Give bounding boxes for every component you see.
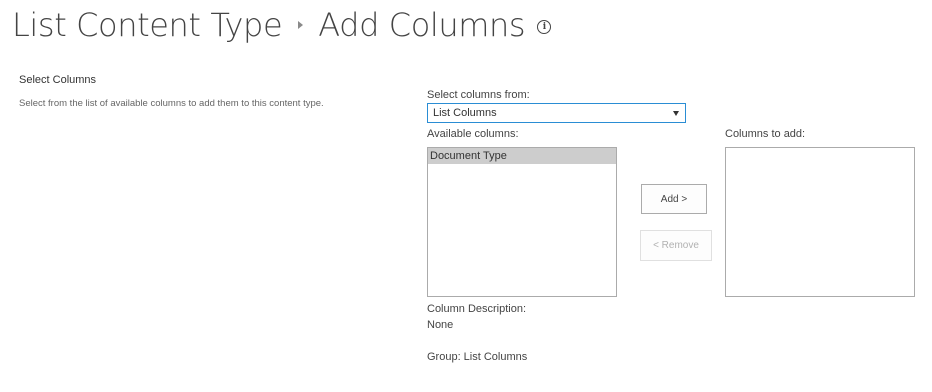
- select-columns-from-value: List Columns: [433, 107, 497, 119]
- columns-to-add-listbox[interactable]: [725, 147, 915, 297]
- available-columns-listbox[interactable]: Document Type: [427, 147, 617, 297]
- breadcrumb-parent-link[interactable]: List Content Type: [12, 6, 283, 44]
- breadcrumb: List Content Type Add Columns i: [12, 2, 552, 48]
- select-columns-from-label: Select columns from:: [427, 89, 530, 101]
- section-description: Select from the list of available column…: [19, 98, 324, 109]
- breadcrumb-separator-icon: [298, 21, 304, 29]
- remove-button[interactable]: < Remove: [640, 230, 712, 261]
- available-columns-label: Available columns:: [427, 128, 519, 140]
- list-item[interactable]: Document Type: [428, 148, 616, 164]
- column-description-label: Column Description:: [427, 303, 527, 315]
- page-title: Add Columns: [318, 6, 526, 44]
- section-title: Select Columns: [19, 74, 97, 86]
- select-columns-from-dropdown[interactable]: List Columns: [427, 103, 686, 123]
- add-button[interactable]: Add >: [641, 184, 707, 214]
- column-group-text: Group: List Columns: [427, 351, 528, 363]
- info-icon[interactable]: i: [537, 20, 552, 34]
- dropdown-arrow-icon: [673, 111, 679, 116]
- column-description-value: None: [427, 319, 454, 331]
- columns-to-add-label: Columns to add:: [725, 128, 806, 140]
